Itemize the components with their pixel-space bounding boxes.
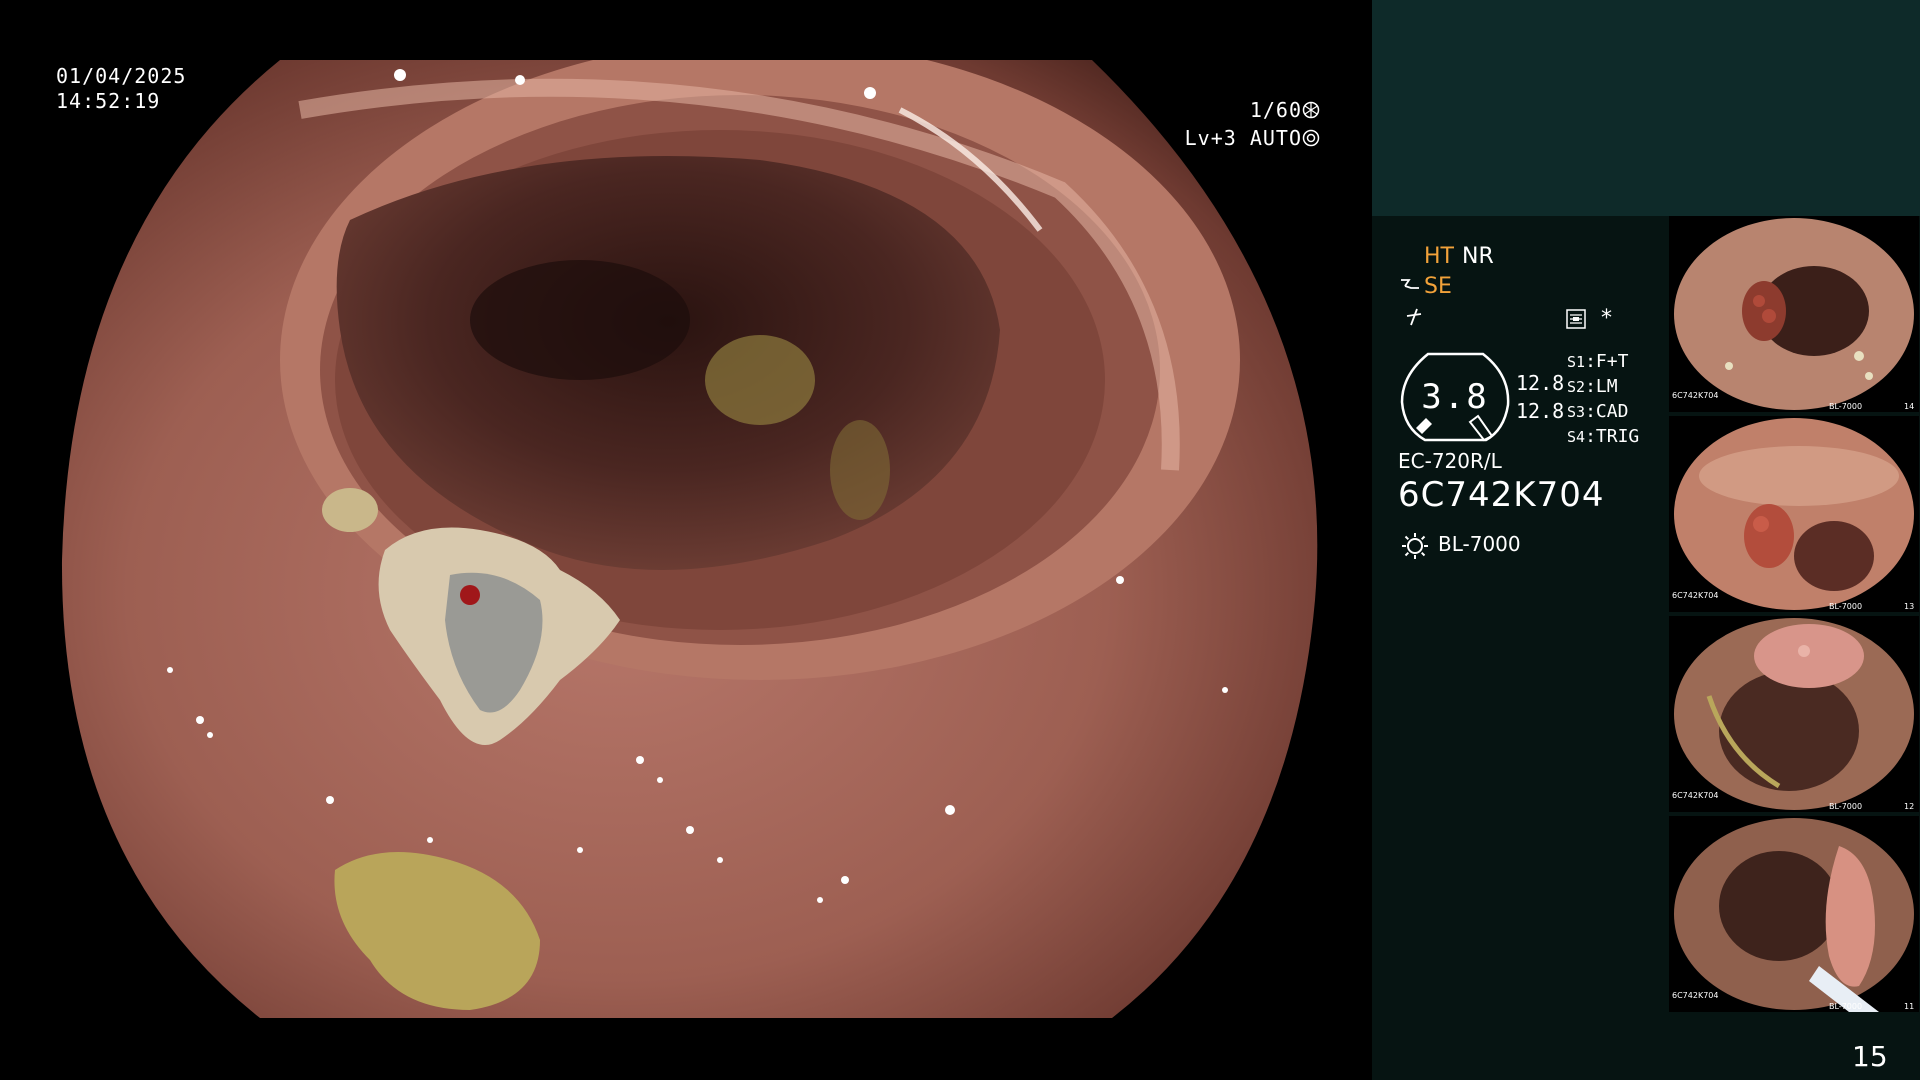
switch-value: CAD [1595,401,1629,422]
thumbnail-image [1674,618,1914,810]
shutter-icon [1302,98,1320,122]
zoom-reading-b: 12.8 [1516,399,1565,423]
thumbnail-light: BL-7000 [1829,1002,1863,1011]
thumbnail-index: 14 [1904,402,1915,411]
shutter-speed: 1/60 [1249,98,1302,122]
color-enhancement-icon [1403,306,1425,332]
switch-key: S4 [1567,428,1586,446]
switch-s4: S4:TRIG [1567,426,1640,447]
capture-thumbnail[interactable]: 6C742K704 BL-7000 11 [1669,816,1919,1012]
mode-ht-label: HT [1424,244,1454,269]
shutter-row: 1/60 [1030,98,1320,123]
light-source-label: BL-7000 [1438,532,1521,556]
switch-value: F+T [1595,351,1629,372]
thumbnail-index: 12 [1904,802,1915,811]
thumbnail-serial: 6C742K704 [1672,391,1719,400]
thumbnail-image [1674,218,1914,410]
thumbnail-serial: 6C742K704 [1672,591,1719,600]
date-readout: 01/04/2025 [56,64,187,88]
capture-thumbnail[interactable]: 6C742K704 BL-7000 14 [1669,216,1919,412]
scope-serial: 6C742K704 [1398,475,1605,515]
endoscopic-image [61,60,1318,1018]
iris-mode: AUTO [1249,126,1302,150]
scope-model: EC-720R/L [1398,449,1502,473]
thumbnail-image [1674,818,1914,1012]
switch-key: S1 [1567,353,1586,371]
star-icon: * [1601,306,1612,331]
time-readout: 14:52:19 [56,89,161,113]
thumbnail-serial: 6C742K704 [1672,791,1719,800]
page-number: 15 [1852,1040,1888,1073]
capture-thumbnail[interactable]: 6C742K704 BL-7000 12 [1669,616,1919,812]
thumbnail-serial: 6C742K704 [1672,991,1719,1000]
switch-key: S2 [1567,378,1586,396]
iris-icon [1302,126,1320,150]
thumbnail-light: BL-7000 [1829,602,1863,611]
thumbnail-light: BL-7000 [1829,802,1863,811]
switch-s1: S1:F+T [1567,351,1629,372]
zoom-reading-a: 12.8 [1516,371,1565,395]
switch-s3: S3:CAD [1567,401,1629,422]
level-row: Lv+3 AUTO [1030,126,1320,151]
mode-nr-label: NR [1462,244,1494,269]
brightness-level: Lv+3 [1184,126,1237,150]
mode-se-label: SE [1424,274,1452,299]
switch-key: S3 [1567,403,1586,421]
panel-header-area [1372,0,1920,216]
thumbnail-light: BL-7000 [1829,402,1863,411]
light-source-icon [1400,531,1430,565]
thumbnail-image [1674,418,1914,610]
structure-enhancement-icon [1399,274,1423,298]
switch-value: TRIG [1595,426,1640,447]
capture-thumbnail[interactable]: 6C742K704 BL-7000 13 [1669,416,1919,612]
switch-s2: S2:LM [1567,376,1618,397]
record-icon [1566,309,1586,333]
thumbnail-index: 13 [1904,602,1915,611]
switch-value: LM [1595,376,1618,397]
thumbnail-index: 11 [1904,1002,1915,1011]
zoom-value: 3.8 [1421,377,1489,417]
endoscope-main-view: 01/04/2025 14:52:19 1/60 Lv+3 AUTO [0,0,1372,1080]
